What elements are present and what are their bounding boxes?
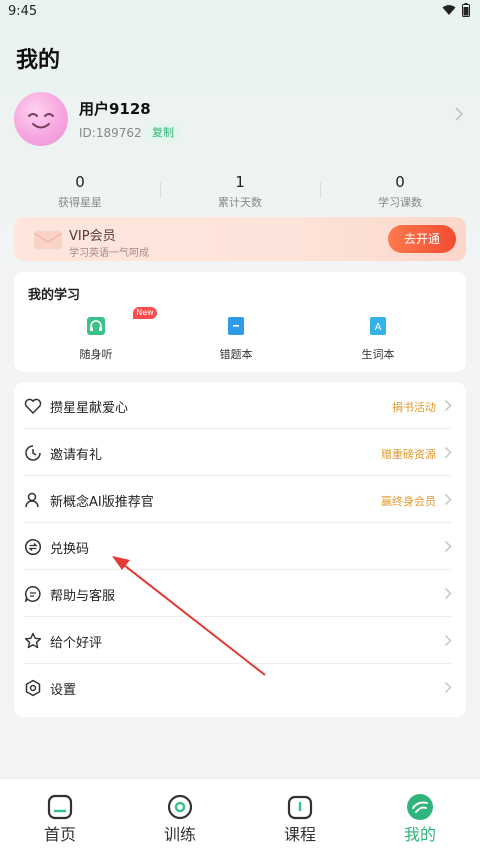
svg-text:A: A — [375, 322, 382, 333]
status-icons — [442, 3, 470, 17]
status-bar: 9:45 — [0, 0, 480, 24]
study-item-label: 随身听 — [79, 348, 113, 361]
menu-item-settings[interactable]: 设置 — [14, 664, 466, 711]
vip-banner[interactable]: VIP会员 学习英语一气呵成 去开通 — [14, 217, 466, 261]
vocabulary-icon: A — [370, 317, 386, 335]
course-icon — [287, 795, 313, 820]
tab-label: 课程 — [283, 825, 316, 844]
vip-title: VIP会员 — [69, 229, 116, 244]
chevron-right-icon — [444, 446, 452, 459]
menu-item-ambassador[interactable]: 新概念AI版推荐官 赢终身会员 — [14, 476, 466, 523]
vip-envelope-icon — [33, 231, 63, 249]
menu-item-label: 新概念AI版推荐官 — [50, 495, 154, 510]
message-icon — [25, 586, 41, 602]
menu-item-invite[interactable]: 邀请有礼 赠重磅资源 — [14, 429, 466, 476]
menu-item-tag: 捐书活动 — [392, 401, 436, 414]
chevron-right-icon — [444, 681, 452, 694]
chevron-right-icon — [444, 399, 452, 412]
person-icon — [25, 492, 39, 508]
wifi-icon — [442, 5, 456, 15]
menu-card: 攒星星献爱心 捐书活动 邀请有礼 赠重磅资源 新概念AI版推荐官 赢终身会员 兑 — [14, 382, 466, 717]
chevron-right-icon[interactable] — [454, 106, 464, 122]
menu-item-tag: 赢终身会员 — [381, 495, 436, 508]
stat-stars[interactable]: 0 获得星星 — [0, 172, 160, 210]
me-icon — [407, 794, 433, 820]
notebook-icon — [228, 317, 244, 335]
tab-label: 首页 — [43, 825, 76, 844]
menu-item-redeem-code[interactable]: 兑换码 — [14, 523, 466, 570]
page-title: 我的 — [16, 48, 61, 73]
stat-days[interactable]: 1 累计天数 — [160, 172, 320, 210]
chevron-right-icon — [444, 587, 452, 600]
headphones-icon — [87, 317, 105, 335]
profile-section[interactable]: 用户9128 ID:189762 复制 — [14, 92, 466, 148]
menu-item-label: 设置 — [50, 683, 77, 698]
gift-icon — [25, 445, 41, 461]
chevron-right-icon — [444, 540, 452, 553]
menu-item-label: 兑换码 — [50, 542, 90, 557]
study-item-label: 错题本 — [219, 348, 253, 361]
home-icon — [47, 794, 73, 820]
menu-item-label: 给个好评 — [50, 636, 103, 651]
heart-icon — [24, 398, 42, 414]
tab-label: 训练 — [163, 825, 196, 844]
settings-icon — [25, 679, 41, 697]
smiley-face-icon — [28, 113, 54, 129]
new-badge: New — [133, 307, 157, 319]
stat-lessons[interactable]: 0 学习课数 — [320, 172, 480, 210]
study-item-label: 生词本 — [361, 348, 395, 361]
tab-home[interactable]: 首页 — [0, 779, 120, 855]
menu-item-label: 邀请有礼 — [50, 448, 103, 463]
chevron-right-icon — [444, 493, 452, 506]
tab-courses[interactable]: 课程 — [240, 779, 360, 855]
stat-label: 获得星星 — [58, 196, 102, 209]
copy-id-button[interactable]: 复制 — [145, 124, 181, 142]
stat-value: 1 — [235, 173, 245, 191]
study-title: 我的学习 — [28, 288, 81, 303]
username: 用户9128 — [79, 100, 151, 118]
chevron-right-icon — [444, 634, 452, 647]
user-id: ID:189762 — [79, 126, 142, 140]
menu-item-charity[interactable]: 攒星星献爱心 捐书活动 — [14, 382, 466, 429]
study-item-vocabulary[interactable]: A 生词本 — [338, 316, 418, 362]
stats-row: 0 获得星星 1 累计天数 0 学习课数 — [0, 172, 480, 212]
menu-item-help[interactable]: 帮助与客服 — [14, 570, 466, 617]
study-item-listen[interactable]: 随身听 — [56, 316, 136, 362]
vip-subtitle: 学习英语一气呵成 — [69, 248, 149, 259]
stat-label: 累计天数 — [218, 196, 262, 209]
avatar[interactable] — [14, 92, 68, 146]
star-icon — [24, 632, 42, 649]
vip-activate-button[interactable]: 去开通 — [388, 225, 456, 253]
battery-icon — [462, 3, 470, 17]
stat-value: 0 — [395, 173, 405, 191]
tab-me[interactable]: 我的 — [360, 779, 480, 855]
tab-label: 我的 — [403, 825, 436, 844]
stat-value: 0 — [75, 173, 85, 191]
tab-training[interactable]: 训练 — [120, 779, 240, 855]
my-study-card: 我的学习 随身听 New 错题本 A 生词本 — [14, 272, 466, 372]
bottom-tab-bar: 首页 训练 课程 我的 — [0, 778, 480, 855]
menu-item-label: 攒星星献爱心 — [50, 401, 129, 416]
menu-item-tag: 赠重磅资源 — [381, 448, 436, 461]
menu-item-label: 帮助与客服 — [50, 589, 116, 604]
stat-label: 学习课数 — [378, 196, 422, 209]
study-item-mistakes[interactable]: 错题本 — [196, 316, 276, 362]
menu-item-rate[interactable]: 给个好评 — [14, 617, 466, 664]
exchange-icon — [24, 538, 42, 556]
target-icon — [167, 794, 193, 820]
status-time: 9:45 — [8, 4, 38, 19]
